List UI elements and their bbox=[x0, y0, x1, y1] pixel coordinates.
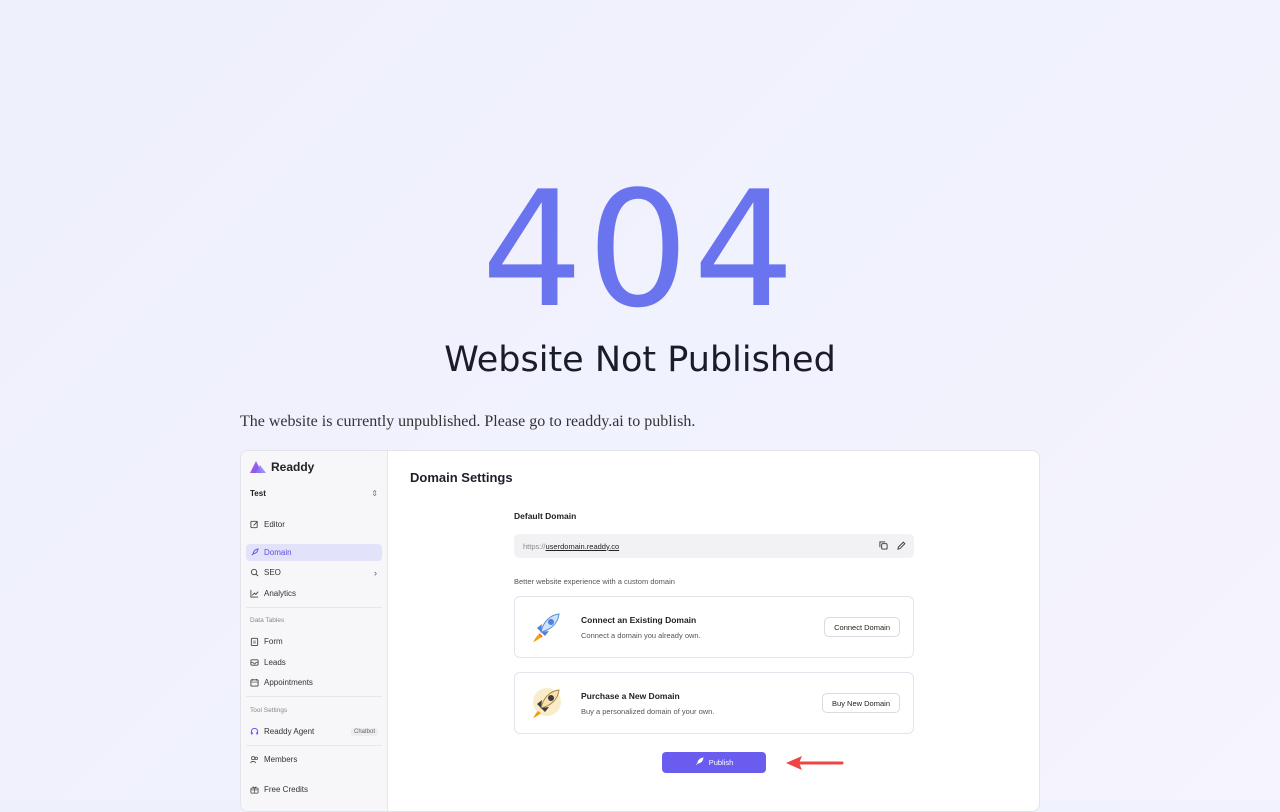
logo: Readdy bbox=[250, 460, 314, 474]
rocket-gold-icon bbox=[529, 686, 563, 720]
calendar-icon bbox=[250, 678, 259, 687]
sidebar-item-readdy-agent[interactable]: Readdy Agent Chatbot bbox=[246, 723, 382, 740]
chart-icon bbox=[250, 589, 259, 598]
divider bbox=[246, 607, 382, 608]
chevron-updown-icon: ⇕ bbox=[371, 489, 378, 498]
sidebar-item-domain[interactable]: Domain bbox=[246, 544, 382, 561]
rocket-icon bbox=[695, 757, 704, 768]
rocket-icon bbox=[250, 548, 259, 557]
project-selector[interactable]: Test ⇕ bbox=[250, 489, 378, 498]
buy-domain-card: Purchase a New Domain Buy a personalized… bbox=[514, 672, 914, 734]
sidebar-item-label: Domain bbox=[264, 548, 292, 557]
section-label-data-tables: Data Tables bbox=[250, 617, 285, 624]
page-title: Domain Settings bbox=[410, 470, 513, 485]
sidebar-item-seo[interactable]: SEO › bbox=[246, 564, 382, 581]
sidebar: Readdy Test ⇕ Editor Domain SEO › Analyt… bbox=[241, 451, 388, 811]
card-description: Connect a domain you already own. bbox=[581, 631, 701, 640]
card-description: Buy a personalized domain of your own. bbox=[581, 707, 715, 716]
buy-new-domain-button[interactable]: Buy New Domain bbox=[822, 693, 900, 713]
sidebar-item-form[interactable]: Form bbox=[246, 633, 382, 650]
headset-icon bbox=[250, 727, 259, 736]
edit-icon bbox=[250, 520, 259, 529]
inbox-icon bbox=[250, 658, 259, 667]
section-label-tool-settings: Tool Settings bbox=[250, 707, 288, 714]
sidebar-item-appointments[interactable]: Appointments bbox=[246, 674, 382, 691]
instruction-screenshot: Readdy Test ⇕ Editor Domain SEO › Analyt… bbox=[240, 450, 1040, 812]
sidebar-item-label: SEO bbox=[264, 568, 281, 577]
card-title: Purchase a New Domain bbox=[581, 691, 680, 701]
chatbot-badge: Chatbot bbox=[350, 727, 378, 736]
edit-icon[interactable] bbox=[897, 541, 906, 552]
card-title: Connect an Existing Domain bbox=[581, 615, 697, 625]
copy-icon[interactable] bbox=[879, 540, 888, 552]
divider bbox=[246, 696, 382, 697]
custom-domain-hint: Better website experience with a custom … bbox=[514, 577, 675, 586]
sidebar-item-label: Readdy Agent bbox=[264, 727, 315, 736]
default-domain-label: Default Domain bbox=[514, 511, 577, 521]
error-code: 404 bbox=[481, 156, 799, 343]
sidebar-item-free-credits[interactable]: Free Credits bbox=[246, 781, 382, 798]
sidebar-item-members[interactable]: Members bbox=[246, 751, 382, 768]
domain-prefix: https:// bbox=[523, 541, 546, 551]
connect-domain-button[interactable]: Connect Domain bbox=[824, 617, 900, 637]
arrow-left-icon bbox=[786, 756, 844, 770]
sidebar-item-label: Members bbox=[264, 755, 298, 764]
sidebar-item-analytics[interactable]: Analytics bbox=[246, 585, 382, 602]
readdy-logo-icon bbox=[250, 461, 266, 473]
sidebar-item-leads[interactable]: Leads bbox=[246, 654, 382, 671]
sidebar-item-label: Editor bbox=[264, 520, 285, 529]
default-domain-field[interactable]: https:// userdomain.readdy.co bbox=[514, 534, 914, 558]
sidebar-item-editor[interactable]: Editor bbox=[246, 516, 382, 533]
logo-text: Readdy bbox=[271, 460, 315, 474]
rocket-icon bbox=[529, 610, 563, 644]
sidebar-item-label: Free Credits bbox=[264, 785, 309, 794]
domain-value[interactable]: userdomain.readdy.co bbox=[546, 542, 620, 551]
gift-icon bbox=[250, 785, 259, 794]
seo-search-icon bbox=[250, 568, 259, 577]
users-icon bbox=[250, 755, 259, 764]
chevron-right-icon: › bbox=[374, 567, 377, 578]
sidebar-item-label: Appointments bbox=[264, 678, 313, 687]
sidebar-item-label: Analytics bbox=[264, 589, 297, 598]
divider bbox=[246, 745, 382, 746]
publish-label: Publish bbox=[708, 758, 734, 767]
error-title: Website Not Published bbox=[444, 340, 836, 380]
connect-domain-card: Connect an Existing Domain Connect a dom… bbox=[514, 596, 914, 658]
sidebar-item-label: Leads bbox=[264, 658, 286, 667]
error-message: The website is currently unpublished. Pl… bbox=[240, 413, 696, 430]
publish-button[interactable]: Publish bbox=[662, 752, 766, 773]
clipboard-icon bbox=[250, 637, 259, 646]
sidebar-item-label: Form bbox=[264, 637, 283, 646]
project-name: Test bbox=[250, 489, 266, 498]
